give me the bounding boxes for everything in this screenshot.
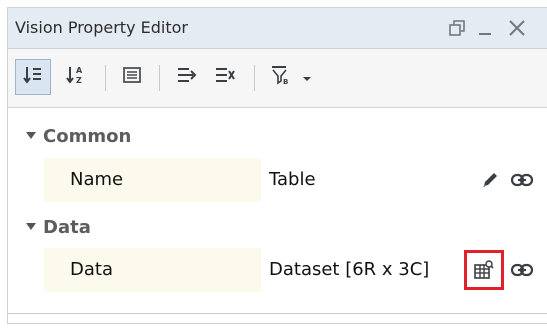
toolbar-separator [254,65,255,91]
expand-all-button[interactable] [169,59,205,95]
title-bar[interactable]: Vision Property Editor [8,8,547,49]
chevron-down-icon [302,68,312,87]
link-icon[interactable] [509,168,535,192]
property-value[interactable]: Table [261,158,480,202]
toolbar: A Z B [8,49,547,108]
svg-text:B: B [283,78,288,86]
filter-properties-dropdown[interactable]: B [263,59,319,95]
category-label: Common [43,126,132,147]
property-value[interactable]: Dataset [6R x 3C] [261,248,480,292]
expand-arrow-icon[interactable] [26,223,36,230]
minimize-icon[interactable] [474,16,498,40]
category-common[interactable]: Common [8,122,547,154]
property-name: Data [44,248,261,292]
property-name: Name [44,158,261,202]
filter-icon: B [270,64,292,90]
sort-az-icon: A Z [65,64,87,90]
show-description-button[interactable] [114,59,150,95]
sort-by-category-button[interactable] [15,59,51,95]
description-panel-icon [121,64,143,90]
sort-category-icon [22,64,44,90]
svg-text:Z: Z [76,76,82,85]
collapse-all-button[interactable] [207,59,243,95]
toolbar-separator [159,65,160,91]
panel-divider [8,313,547,314]
category-data[interactable]: Data [8,213,547,245]
toolbar-separator [105,65,106,91]
property-row-data[interactable]: Data Dataset [6R x 3C] [44,248,547,292]
category-label: Data [43,217,91,238]
svg-text:A: A [76,66,83,75]
link-icon[interactable] [509,258,535,282]
sort-alphabetical-button[interactable]: A Z [58,59,94,95]
expand-all-icon [176,64,198,90]
float-window-icon[interactable] [445,16,469,40]
property-list: Common Name Table Data Data Dataset [6R … [8,108,547,314]
dataset-viewer-icon[interactable] [470,256,498,284]
pencil-icon[interactable] [478,168,502,192]
collapse-all-icon [214,64,236,90]
property-editor-window: Vision Property Editor A Z B Common Name… [7,7,547,324]
property-row-name[interactable]: Name Table [44,158,547,202]
window-title: Vision Property Editor [15,18,188,37]
expand-arrow-icon[interactable] [26,132,36,139]
close-icon[interactable] [505,16,529,40]
